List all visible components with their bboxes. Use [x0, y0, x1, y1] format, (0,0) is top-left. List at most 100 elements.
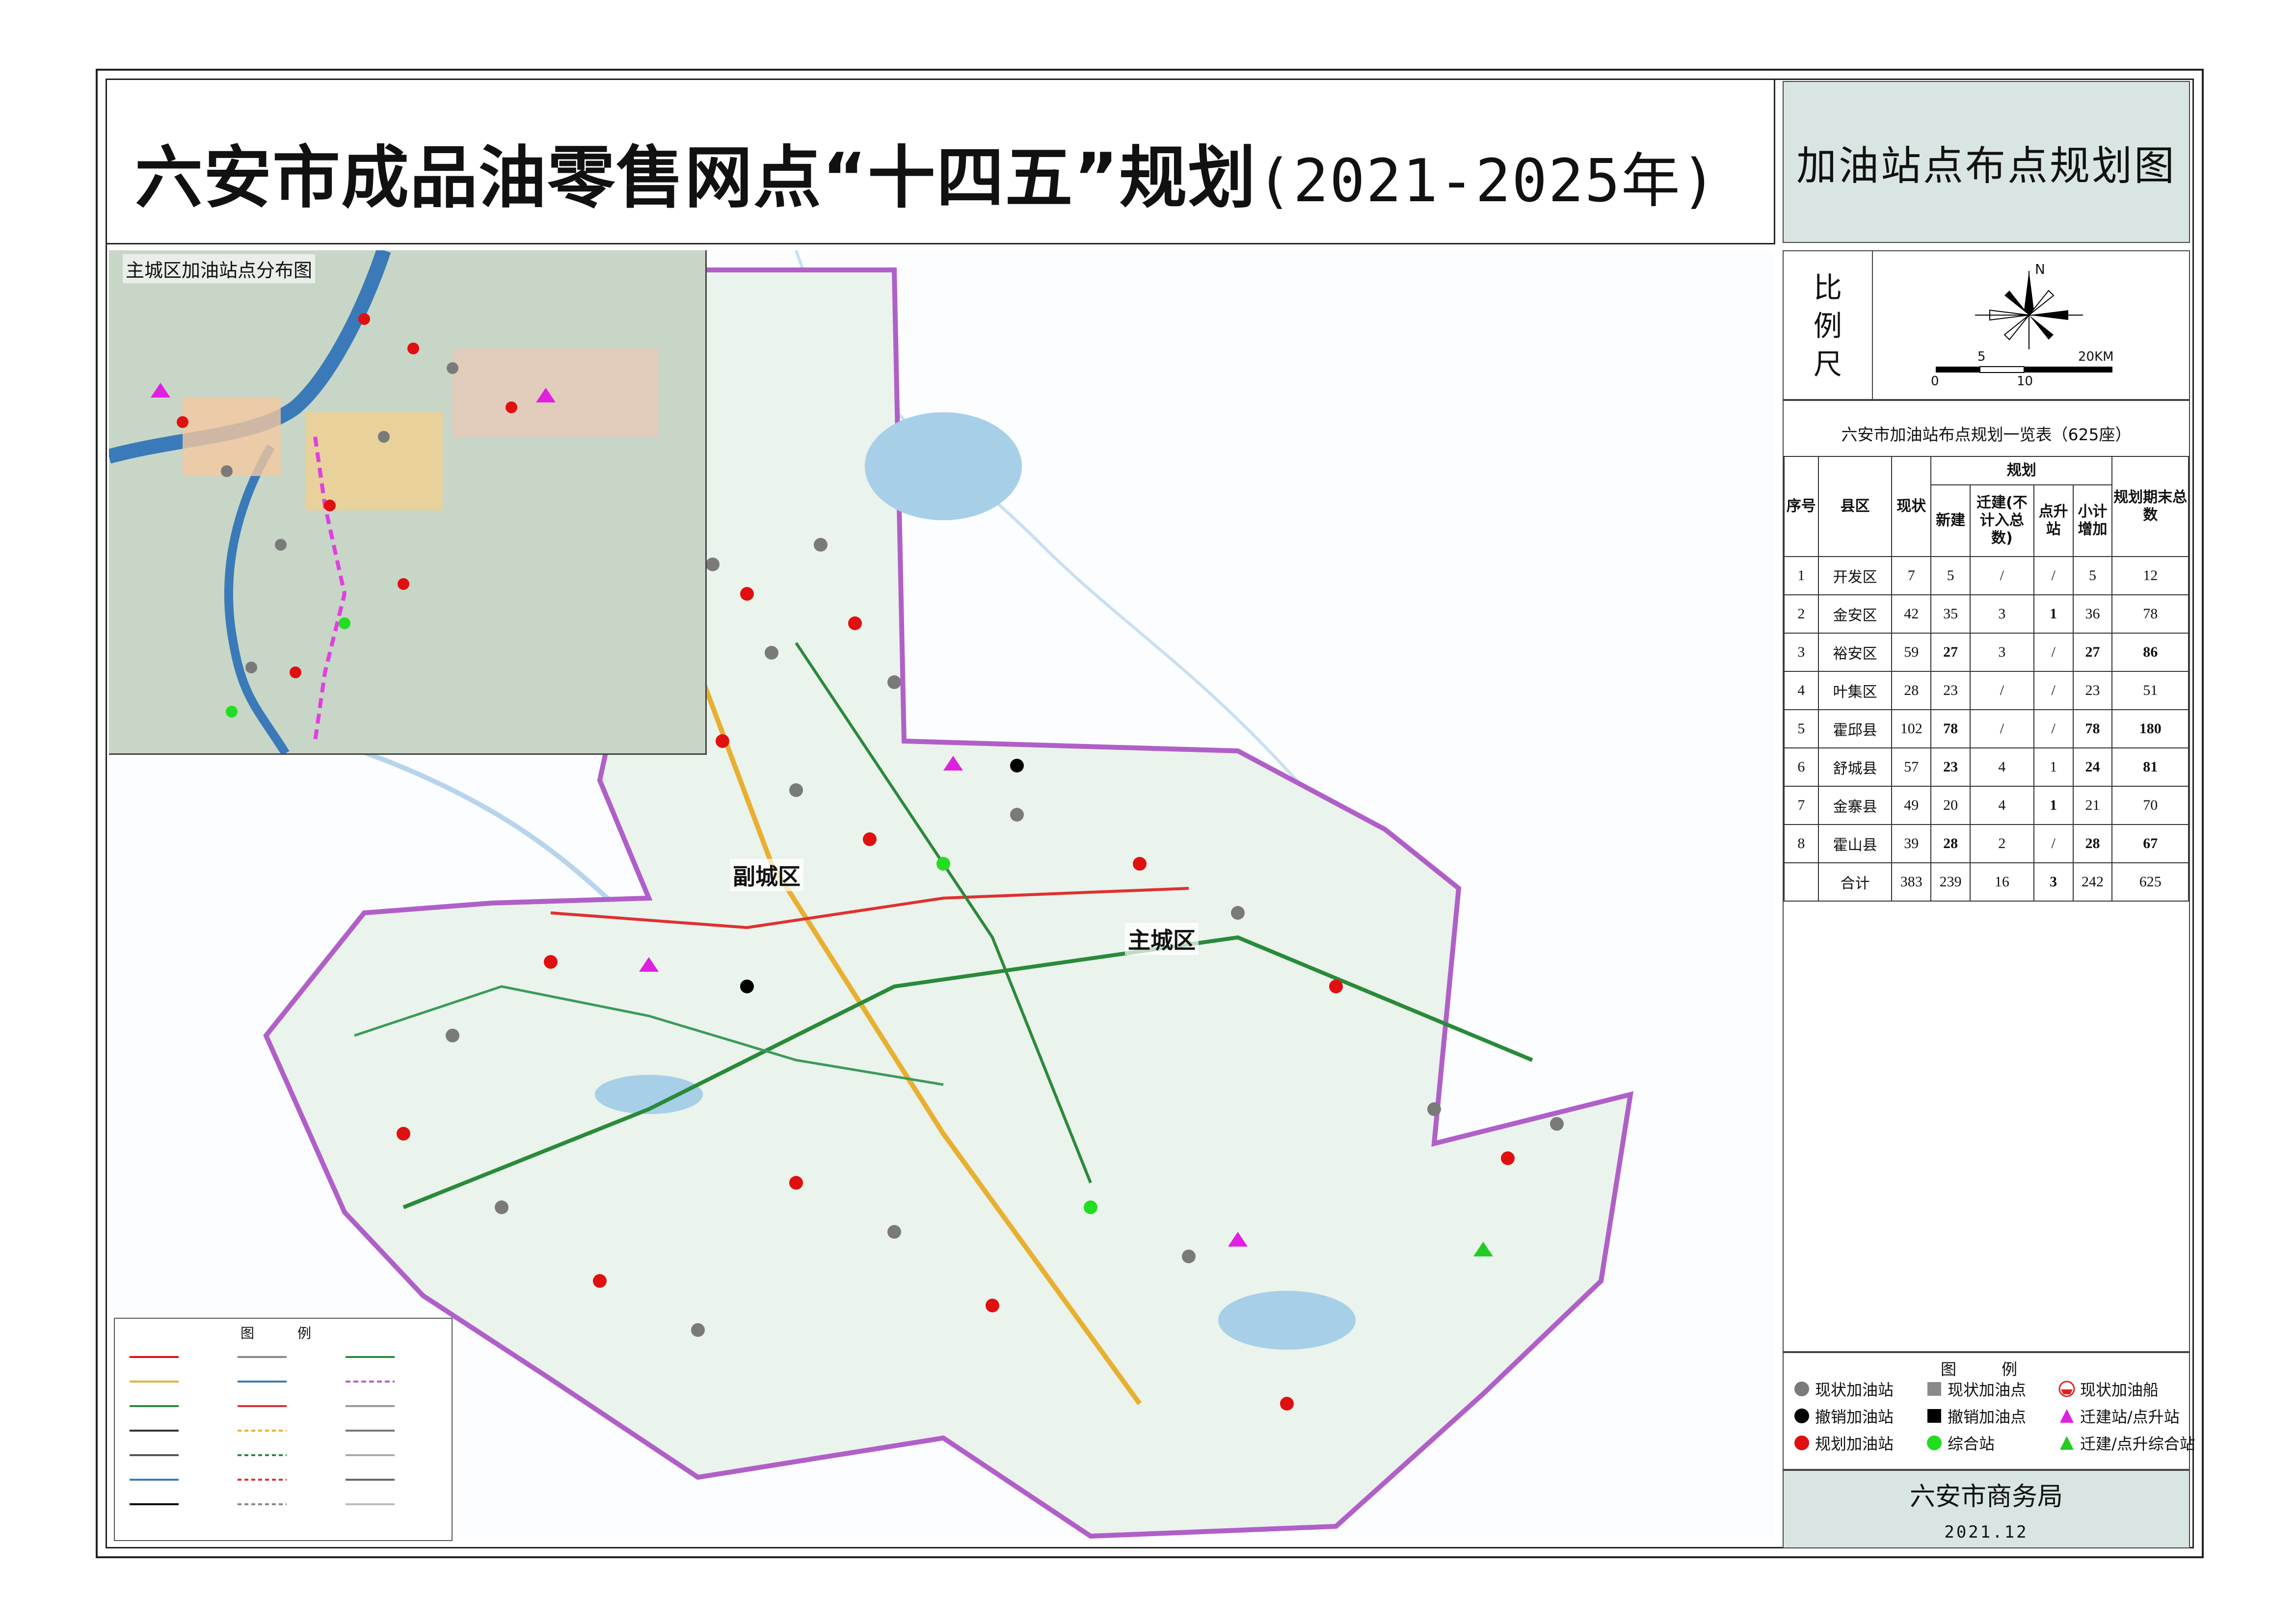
table-cell-subtotal: 23 — [2072, 671, 2113, 710]
title-box: 六安市成品油零售网点“十四五”规划(2021-2025年) — [106, 79, 1775, 244]
legend-item-relocate-integrated: 迁建/点升综合站 — [2058, 1432, 2195, 1454]
table-cell-relocate: / — [1970, 709, 2034, 748]
table-cell-district: 开发区 — [1817, 556, 1893, 595]
scale-tick-20km: 20KM — [2078, 349, 2114, 364]
th-seq: 序号 — [1784, 456, 1819, 557]
table-row: 7 金寨县 49 20 4 1 21 70 — [1784, 786, 2189, 825]
table-cell-relocate: / — [1970, 671, 2034, 710]
table-row: 8 霍山县 39 28 2/28 67 — [1784, 824, 2189, 863]
table-cell-upgrade: / — [2033, 671, 2074, 710]
scale-tick-10: 10 — [2017, 374, 2033, 389]
table-cell-new: 20 — [1930, 786, 1971, 825]
legend-box: 图 例 现状加油站 现状加油点 现状加油船 撤销加油站 撤销加油点 迁建站/点升… — [1783, 1352, 2195, 1470]
table-cell-current: 39 — [1891, 824, 1932, 863]
magenta-triangle-icon — [2060, 1409, 2074, 1423]
title-years: (2021-2025年) — [1256, 147, 1718, 215]
table-cell-total: 12 — [2111, 556, 2189, 595]
inset-title: 主城区加油站点分布图 — [123, 254, 316, 283]
table-cell-relocate: 16 — [1970, 862, 2034, 902]
table-cell-seq: 2 — [1784, 594, 1819, 634]
table-cell-current: 49 — [1891, 786, 1932, 825]
title-main: 六安市成品油零售网点“十四五”规划 — [135, 138, 1257, 217]
scale-separator — [1872, 251, 1873, 399]
table-cell-district: 裕安区 — [1817, 633, 1893, 672]
table-cell-subtotal: 5 — [2072, 556, 2113, 595]
legend-item-current-point: 现状加油点 — [1926, 1378, 2026, 1400]
table-row: 6 舒城县 57 23 4 1 24 81 — [1784, 747, 2189, 787]
table-cell-subtotal: 242 — [2072, 862, 2113, 902]
legend-item-integrated-station: 综合站 — [1926, 1432, 1995, 1454]
table-cell-total: 78 — [2111, 594, 2189, 634]
table-cell-relocate: 3 — [1970, 594, 2034, 634]
gray-square-icon — [1927, 1382, 1941, 1396]
table-cell-subtotal: 24 — [2072, 747, 2113, 787]
legend-item-current-boat: 现状加油船 — [2058, 1378, 2159, 1400]
green-circle-icon — [1927, 1436, 1942, 1450]
table-cell-seq: 4 — [1784, 671, 1819, 710]
table-title: 六安市加油站布点规划一览表（625座） — [1841, 425, 2132, 444]
red-circle-icon — [1794, 1436, 1809, 1450]
inset-map[interactable]: 主城区加油站点分布图 — [109, 250, 707, 755]
table-cell-relocate: 4 — [1970, 786, 2034, 825]
table-cell-current: 383 — [1891, 862, 1932, 902]
table-cell-relocate: / — [1970, 556, 2034, 595]
table-cell-new: 23 — [1930, 671, 1971, 710]
page-title: 六安市成品油零售网点“十四五”规划(2021-2025年) — [135, 123, 1717, 221]
table-cell-subtotal: 21 — [2072, 786, 2113, 825]
sub-city-label: 副城区 — [730, 859, 803, 891]
table-cell-district: 合计 — [1817, 862, 1893, 902]
scale-label: 比例尺 — [1813, 271, 1842, 381]
table-cell-new: 28 — [1930, 824, 1971, 863]
table-cell-new: 5 — [1930, 556, 1971, 595]
table-cell-seq: 8 — [1784, 824, 1819, 863]
table-cell-new: 78 — [1930, 709, 1971, 748]
table-cell-current: 42 — [1891, 594, 1932, 634]
table-row: 1 开发区 7 5//5 12 — [1784, 556, 2189, 595]
table-cell-total: 51 — [2111, 671, 2189, 710]
boat-icon — [2058, 1381, 2075, 1397]
legend-item-planned-station: 规划加油站 — [1793, 1432, 1894, 1454]
table-cell-total: 625 — [2111, 862, 2189, 902]
table-cell-relocate: 3 — [1970, 633, 2034, 672]
table-cell-upgrade: 1 — [2033, 747, 2074, 787]
table-cell-seq — [1784, 862, 1819, 902]
green-triangle-icon — [2060, 1436, 2074, 1450]
scale-tick-0: 0 — [1931, 374, 1939, 389]
legend-title: 图 例 — [1940, 1360, 2032, 1379]
table-cell-new: 35 — [1930, 594, 1971, 634]
table-cell-subtotal: 27 — [2072, 633, 2113, 672]
table-cell-seq: 6 — [1784, 747, 1819, 787]
org-box: 六安市商务局 2021.12 — [1783, 1470, 2190, 1548]
scale-tick-5: 5 — [1977, 349, 1986, 364]
table-row: 3 裕安区 59 27 3/27 86 — [1784, 633, 2189, 672]
map-legend: 图 例 — [114, 1318, 453, 1541]
table-cell-current: 59 — [1891, 633, 1932, 672]
map-legend-symbols — [130, 1356, 395, 1505]
table-cell-total: 86 — [2111, 633, 2189, 672]
th-subtotal: 小计增加 — [2072, 484, 2113, 557]
table-cell-seq: 3 — [1784, 633, 1819, 672]
th-plan: 规划 — [1930, 456, 2113, 485]
plan-table: 序号 县区 现状 规划 规划期末总数 新建 迁建(不计入总数) 点升站 小计增加… — [1784, 456, 2189, 902]
table-cell-total: 180 — [2111, 709, 2189, 748]
table-cell-upgrade: 1 — [2033, 786, 2074, 825]
table-cell-relocate: 2 — [1970, 824, 2034, 863]
legend-item-removed-station: 撤销加油站 — [1793, 1405, 1894, 1427]
table-cell-subtotal: 28 — [2072, 824, 2113, 863]
table-cell-new: 239 — [1930, 862, 1971, 902]
table-cell-seq: 1 — [1784, 556, 1819, 595]
table-cell-district: 霍邱县 — [1817, 709, 1893, 748]
issue-date: 2021.12 — [1944, 1522, 2029, 1542]
gray-circle-icon — [1794, 1382, 1809, 1396]
th-relocate: 迁建(不计入总数) — [1970, 484, 2034, 557]
legend-item-current-station: 现状加油站 — [1793, 1378, 1894, 1400]
north-label: N — [2035, 261, 2045, 277]
table-cell-district: 金安区 — [1817, 594, 1893, 634]
table-cell-subtotal: 36 — [2072, 594, 2113, 634]
table-row: 5 霍邱县 102 78//78 180 — [1784, 709, 2189, 748]
table-cell-upgrade: / — [2033, 633, 2074, 672]
table-cell-district: 霍山县 — [1817, 824, 1893, 863]
table-cell-district: 金寨县 — [1817, 786, 1893, 825]
map-legend-title: 图 例 — [240, 1325, 326, 1341]
th-new: 新建 — [1930, 484, 1971, 557]
